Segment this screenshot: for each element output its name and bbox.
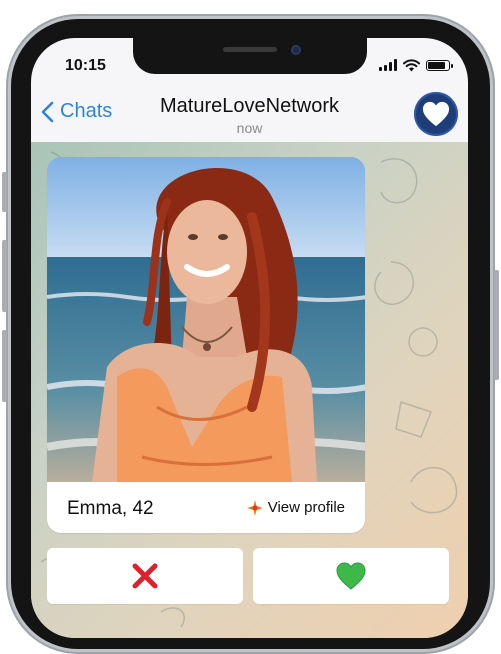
- view-profile-label: View profile: [267, 499, 345, 516]
- sparkle-icon: [246, 499, 263, 516]
- chat-subtitle: now: [236, 120, 263, 136]
- reject-button[interactable]: [47, 548, 243, 604]
- status-time: 10:15: [65, 57, 106, 74]
- wifi-icon: [403, 58, 420, 71]
- like-button[interactable]: [253, 548, 449, 604]
- front-camera: [291, 45, 301, 55]
- notch: [133, 38, 367, 74]
- speaker-grille: [223, 47, 277, 52]
- chat-header: Chats MatureLoveNetwork now: [31, 90, 468, 142]
- signal-icon: [379, 59, 397, 71]
- phone-screen: 10:15 Chats MatureLoveNetwork now Emma, …: [31, 38, 468, 638]
- volume-up-button: [2, 240, 7, 312]
- green-heart-icon: [336, 562, 366, 590]
- mute-switch: [2, 172, 7, 212]
- chat-title: MatureLoveNetwork: [160, 95, 339, 117]
- red-x-icon: [132, 563, 158, 589]
- view-profile-link[interactable]: View profile: [246, 499, 345, 516]
- battery-icon: [426, 59, 453, 71]
- profile-name: Emma, 42: [67, 498, 154, 519]
- profile-card-footer: Emma, 42 View profile: [47, 482, 365, 533]
- status-icons: [379, 58, 453, 72]
- battery-level: [428, 61, 445, 69]
- chat-avatar[interactable]: [414, 92, 458, 136]
- heart-icon: [422, 101, 450, 127]
- chat-title-area[interactable]: MatureLoveNetwork now: [31, 95, 468, 136]
- profile-card[interactable]: Emma, 42 View profile: [47, 157, 365, 533]
- power-button: [494, 270, 499, 380]
- woman-on-beach-photo: [47, 157, 365, 482]
- chat-background: Emma, 42 View profile: [31, 142, 468, 638]
- volume-down-button: [2, 330, 7, 402]
- profile-photo[interactable]: [47, 157, 365, 482]
